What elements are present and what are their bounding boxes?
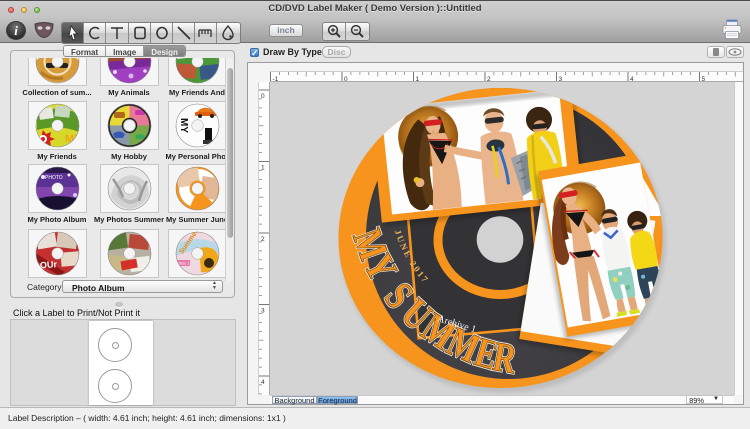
svg-text:MY: MY bbox=[178, 118, 189, 133]
svg-text:PHOTO: PHOTO bbox=[45, 175, 63, 181]
svg-text:Disc 1: Disc 1 bbox=[179, 261, 191, 266]
svg-text:MY: MY bbox=[65, 133, 82, 145]
